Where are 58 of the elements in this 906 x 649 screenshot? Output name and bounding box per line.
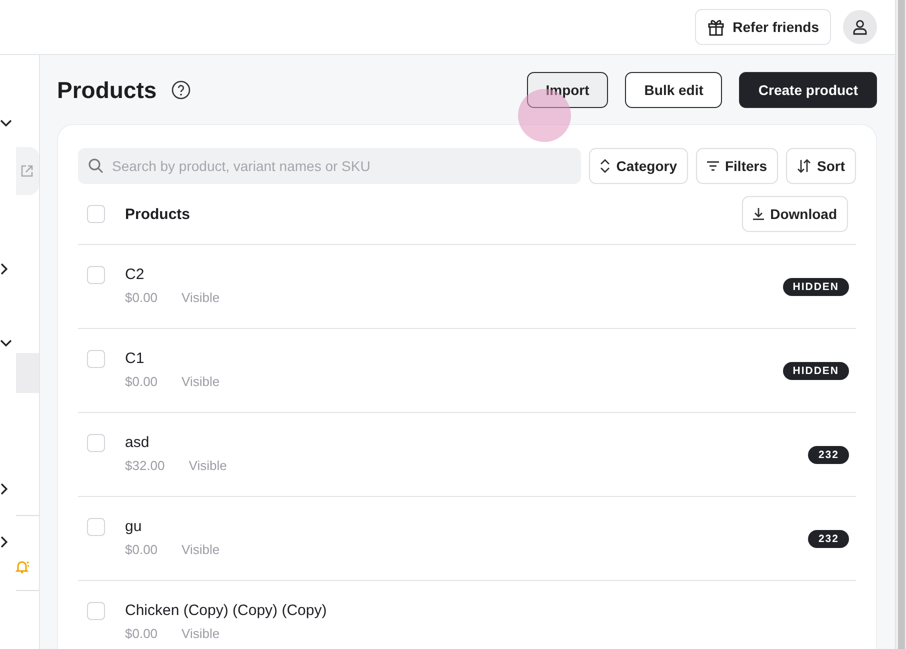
- status-badge: HIDDEN: [782, 278, 849, 296]
- row-checkbox[interactable]: [87, 602, 105, 620]
- product-row[interactable]: asd $32.00 Visible 232: [78, 413, 856, 497]
- download-icon: [753, 208, 764, 220]
- product-name: Chicken (Copy) (Copy) (Copy): [125, 602, 327, 620]
- column-header: Products: [125, 206, 190, 222]
- product-name: gu: [125, 518, 143, 536]
- toolbar-button[interactable]: Sort: [786, 148, 856, 184]
- help-icon[interactable]: [170, 80, 191, 100]
- download-button[interactable]: Download: [742, 196, 848, 232]
- product-status: Visible: [182, 626, 220, 641]
- product-row[interactable]: Chicken (Copy) (Copy) (Copy) $0.00 Visible: [78, 581, 856, 649]
- page-title: Products: [57, 76, 157, 104]
- chevron-right-icon[interactable]: [0, 483, 8, 495]
- chevron-down-icon[interactable]: [0, 339, 12, 347]
- status-badge: HIDDEN: [782, 362, 849, 380]
- product-status: Visible: [182, 374, 220, 389]
- product-row[interactable]: C2 $0.00 Visible HIDDEN: [78, 245, 856, 329]
- product-price: $32.00: [125, 458, 165, 473]
- product-price: $0.00: [125, 626, 158, 641]
- toolbar-button[interactable]: Category: [589, 148, 688, 184]
- external-link-icon: [21, 165, 33, 177]
- status-badge: 232: [808, 446, 849, 464]
- row-checkbox[interactable]: [87, 266, 105, 284]
- row-checkbox[interactable]: [87, 350, 105, 368]
- product-name: C1: [125, 350, 146, 368]
- user-icon: [852, 19, 868, 35]
- product-status: Visible: [182, 542, 220, 557]
- select-all-checkbox[interactable]: [87, 205, 105, 223]
- chevron-right-icon[interactable]: [0, 536, 8, 548]
- product-name: asd: [125, 434, 150, 452]
- refer-friends-button[interactable]: Refer friends: [694, 9, 831, 45]
- row-checkbox[interactable]: [87, 434, 105, 452]
- product-price: $0.00: [125, 542, 158, 557]
- toolbar-button[interactable]: Filters: [696, 148, 778, 184]
- gift-icon: [706, 18, 725, 36]
- chevron-right-icon[interactable]: [0, 263, 8, 275]
- search-field[interactable]: Search by product, variant names or SKU: [78, 148, 582, 184]
- scrollbar[interactable]: [895, 0, 906, 649]
- row-checkbox[interactable]: [87, 518, 105, 536]
- filter-icon: [706, 161, 719, 171]
- sort-icon: [797, 159, 811, 173]
- product-status: Visible: [188, 458, 227, 473]
- create-button[interactable]: Create product: [739, 72, 877, 108]
- status-badge: 232: [808, 530, 849, 548]
- updown-chevron-icon: [600, 159, 610, 173]
- bell-icon[interactable]: [15, 560, 29, 574]
- product-row[interactable]: C1 $0.00 Visible HIDDEN: [78, 329, 856, 413]
- product-row[interactable]: gu $0.00 Visible 232: [78, 497, 856, 581]
- action-button[interactable]: Bulk edit: [625, 72, 722, 108]
- avatar-button[interactable]: [843, 10, 877, 44]
- product-price: $0.00: [125, 290, 158, 305]
- product-price: $0.00: [125, 374, 158, 389]
- product-status: Visible: [182, 290, 220, 305]
- sidebar-item[interactable]: [16, 147, 39, 195]
- action-button[interactable]: Import: [526, 72, 608, 108]
- product-name: C2: [125, 266, 146, 284]
- chevron-down-icon[interactable]: [0, 119, 12, 127]
